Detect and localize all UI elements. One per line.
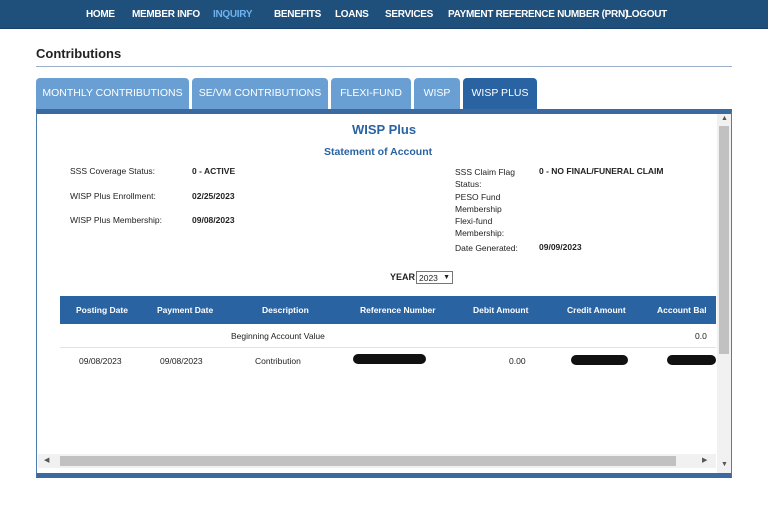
scroll-left-icon[interactable]: ◀	[44, 456, 49, 464]
col-description: Description	[262, 305, 309, 315]
nav-home[interactable]: HOME	[86, 9, 115, 20]
redacted-credit-amount	[571, 355, 628, 365]
description-cell: Contribution	[255, 356, 301, 366]
table-header: Posting Date Payment Date Description Re…	[60, 296, 716, 324]
top-nav: HOME MEMBER INFO INQUIRY BENEFITS LOANS …	[0, 0, 768, 29]
date-generated-label: Date Generated:	[455, 243, 518, 253]
membership-label: WISP Plus Membership:	[70, 215, 162, 225]
posting-date-cell: 09/08/2023	[79, 356, 122, 366]
title-divider	[36, 66, 732, 67]
soa-subtitle: Statement of Account	[324, 146, 433, 158]
year-select[interactable]: 2023 ▼	[416, 271, 453, 284]
col-debit-amount: Debit Amount	[473, 305, 529, 315]
row-divider	[60, 347, 716, 348]
coverage-status-label: SSS Coverage Status:	[70, 166, 156, 176]
tab-se-vm-contributions[interactable]: SE/VM CONTRIBUTIONS	[192, 78, 328, 109]
tab-monthly-contributions[interactable]: MONTHLY CONTRIBUTIONS	[36, 78, 189, 109]
payment-date-cell: 09/08/2023	[160, 356, 203, 366]
soa-panel: WISP Plus Statement of Account SSS Cover…	[36, 109, 732, 478]
soa-content: WISP Plus Statement of Account SSS Cover…	[38, 114, 716, 454]
vertical-scroll-thumb[interactable]	[719, 126, 729, 354]
tab-wisp[interactable]: WISP	[414, 78, 460, 109]
redacted-reference-number	[353, 354, 426, 364]
nav-logout[interactable]: LOGOUT	[626, 9, 667, 20]
col-reference-number: Reference Number	[360, 305, 436, 315]
nav-benefits[interactable]: BENEFITS	[274, 9, 321, 20]
enrollment-value: 02/25/2023	[192, 191, 235, 201]
membership-value: 09/08/2023	[192, 215, 235, 225]
debit-amount-cell: 0.00	[509, 356, 526, 366]
flexi-fund-label: Flexi-fund Membership:	[455, 216, 505, 238]
nav-loans[interactable]: LOANS	[335, 9, 369, 20]
scroll-right-icon[interactable]: ▶	[702, 456, 707, 464]
horizontal-scroll-thumb[interactable]	[60, 456, 676, 466]
redacted-account-balance	[667, 355, 716, 365]
soa-title: WISP Plus	[352, 122, 417, 137]
col-account-balance: Account Bal	[657, 305, 707, 315]
peso-fund-label: PESO Fund Membership	[455, 192, 502, 214]
chevron-down-icon: ▼	[443, 274, 450, 281]
beginning-balance: 0.0	[695, 331, 707, 341]
beginning-description: Beginning Account Value	[231, 331, 325, 341]
col-credit-amount: Credit Amount	[567, 305, 626, 315]
nav-services[interactable]: SERVICES	[385, 9, 433, 20]
year-label: YEAR	[390, 272, 416, 282]
year-select-value: 2023	[419, 272, 438, 283]
tab-wisp-plus[interactable]: WISP PLUS	[463, 78, 537, 109]
claim-flag-value: 0 - NO FINAL/FUNERAL CLAIM	[539, 166, 664, 176]
nav-inquiry[interactable]: INQUIRY	[213, 9, 253, 20]
page-title: Contributions	[36, 46, 122, 61]
coverage-status-value: 0 - ACTIVE	[192, 166, 236, 176]
date-generated-value: 09/09/2023	[539, 242, 582, 252]
tab-flexi-fund[interactable]: FLEXI-FUND	[331, 78, 411, 109]
vertical-scrollbar[interactable]: ▲ ▼	[717, 114, 731, 473]
nav-member-info[interactable]: MEMBER INFO	[132, 9, 200, 20]
enrollment-label: WISP Plus Enrollment:	[70, 191, 156, 201]
horizontal-scrollbar[interactable]: ◀ ▶	[38, 454, 716, 468]
col-payment-date: Payment Date	[157, 305, 214, 315]
col-posting-date: Posting Date	[76, 305, 128, 315]
scroll-down-icon[interactable]: ▼	[721, 461, 728, 468]
claim-flag-label: SSS Claim Flag Status:	[455, 167, 515, 189]
scroll-up-icon[interactable]: ▲	[721, 115, 728, 122]
nav-prn[interactable]: PAYMENT REFERENCE NUMBER (PRN)	[448, 9, 628, 20]
